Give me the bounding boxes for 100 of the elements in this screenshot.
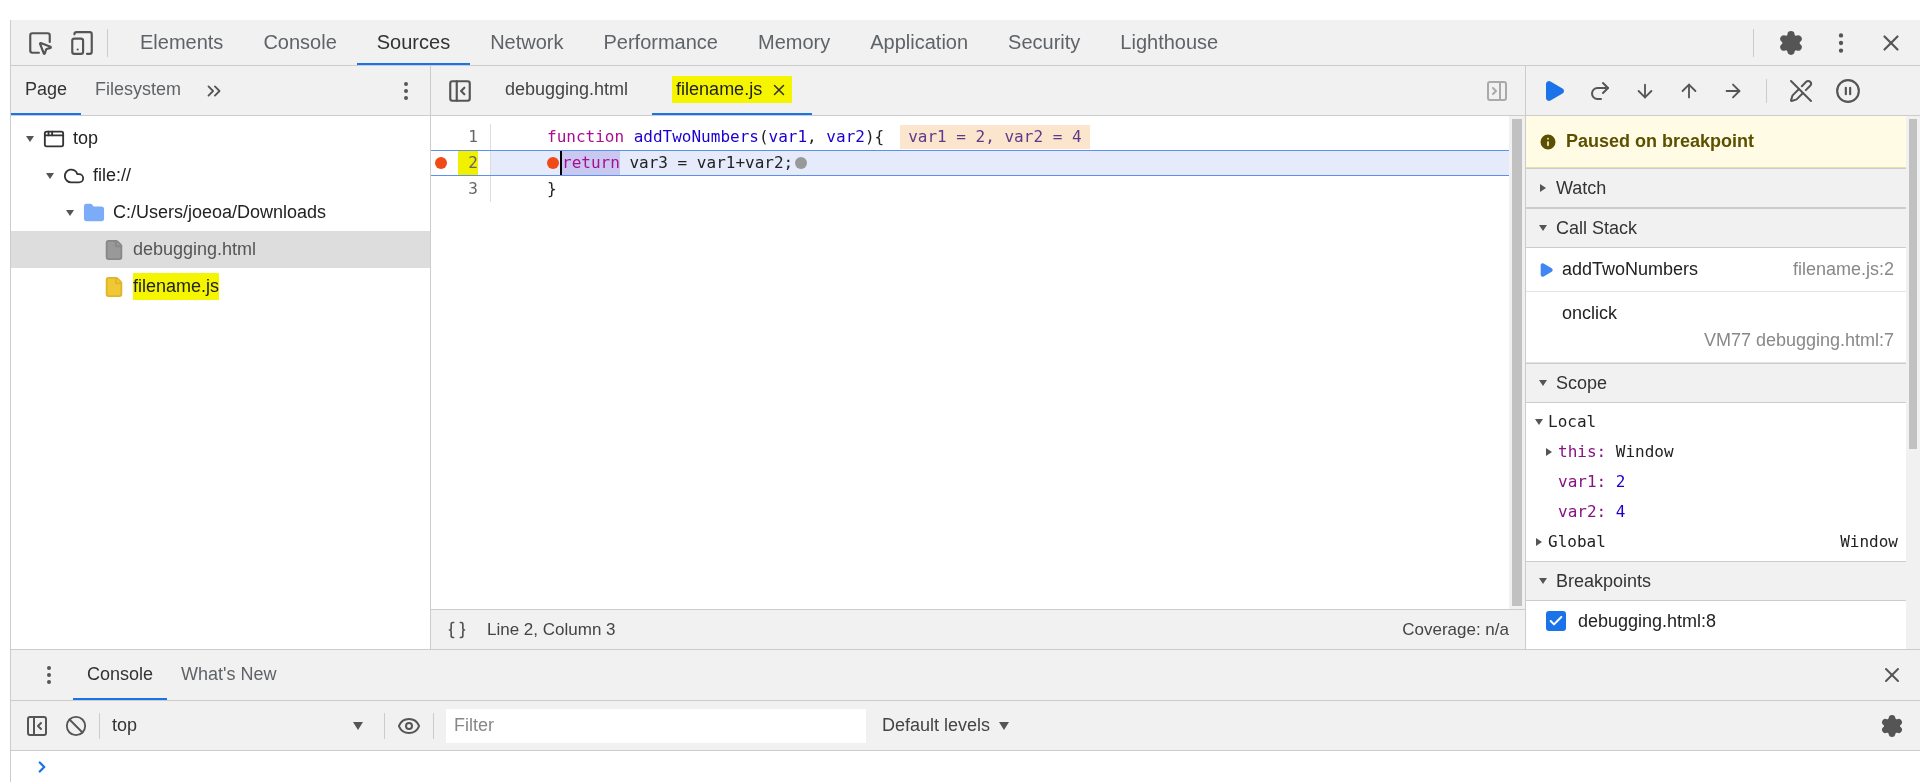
file-icon [103, 238, 125, 261]
section-header[interactable]: Breakpoints [1526, 561, 1906, 601]
panel-tab[interactable]: Console [243, 20, 357, 65]
scope-property[interactable]: var2: 4 [1526, 497, 1906, 527]
panel-tab[interactable]: Security [988, 20, 1101, 65]
context-dropdown[interactable]: top [112, 712, 372, 739]
scope-value: Window [1840, 531, 1898, 553]
panel-tab[interactable]: Memory [738, 20, 851, 65]
pause-on-exceptions-icon[interactable] [1835, 77, 1861, 104]
tree-item[interactable]: file:// [11, 157, 430, 194]
expand-arrow-icon[interactable] [1538, 183, 1548, 193]
tree-item[interactable]: filename.js [11, 268, 430, 305]
drawer-tab[interactable]: What's New [167, 650, 291, 700]
property-value: Window [1615, 441, 1674, 463]
banner-text: Paused on breakpoint [1566, 130, 1755, 153]
inline-values: var1 = 2, var2 = 4 [900, 125, 1090, 149]
toggle-navigator-icon[interactable] [447, 77, 473, 104]
deactivate-breakpoints-icon[interactable] [1789, 78, 1813, 103]
file-tab-label: filename.js [672, 76, 793, 103]
breakpoint-label: debugging.html:8 [1578, 609, 1717, 633]
line-number: 1 [468, 126, 478, 148]
panel-tab[interactable]: Elements [120, 20, 244, 65]
file-name: file:// [93, 164, 131, 187]
pretty-print-icon[interactable] [447, 619, 467, 640]
frame-location: filename.js:2 [1792, 258, 1894, 281]
column-breakpoint-icon[interactable] [547, 157, 559, 169]
filter-field[interactable]: Filter [446, 708, 866, 743]
navigator-tab[interactable]: Filesystem [81, 66, 196, 115]
section-header[interactable]: Call Stack [1526, 208, 1906, 248]
code-text: } [547, 178, 557, 200]
expand-arrow-icon[interactable] [1538, 223, 1548, 233]
panel-tab[interactable]: Network [470, 20, 584, 65]
device-icon[interactable] [69, 29, 95, 56]
settings-icon[interactable] [1880, 713, 1904, 738]
file-name: filename.js [133, 273, 220, 300]
caret-icon[interactable] [998, 720, 1011, 731]
scope-property[interactable]: var1: 2 [1526, 467, 1906, 497]
checkbox[interactable] [1546, 611, 1566, 631]
scope-name: Local [1548, 411, 1597, 433]
scope-property[interactable]: this: Window [1526, 437, 1906, 467]
section-title: Breakpoints [1556, 569, 1652, 593]
levels-dropdown[interactable]: Default levels [882, 712, 1011, 739]
tree-item[interactable]: debugging.html [11, 231, 430, 268]
toggle-debugger-icon[interactable] [1485, 78, 1509, 103]
code-function-name: addTwoNumbers [633, 126, 759, 148]
info-icon [1538, 131, 1558, 152]
section-title: Watch [1556, 176, 1607, 200]
section-header[interactable]: Scope [1526, 363, 1906, 403]
folder-icon [83, 201, 105, 224]
file-icon [103, 275, 125, 298]
section-header[interactable]: Watch [1526, 168, 1906, 208]
navigator-tab[interactable]: Page [11, 66, 82, 115]
code-text: ){ [864, 126, 885, 148]
coverage-status: Coverage: n/a [1402, 618, 1509, 641]
expand-arrow-icon[interactable] [65, 207, 75, 218]
file-tab-label: debugging.html [504, 78, 630, 101]
expand-arrow-icon[interactable] [1534, 537, 1544, 547]
code-parameter: var2 [826, 126, 865, 148]
clear-console-icon[interactable] [65, 714, 87, 737]
expand-arrow-icon[interactable] [1534, 417, 1544, 427]
property-name: var2: [1558, 501, 1607, 523]
settings-icon[interactable] [1778, 29, 1804, 56]
file-tab[interactable]: filename.js [652, 66, 813, 115]
sidebar-toggle-icon[interactable] [25, 713, 49, 738]
code-keyword: function [547, 126, 625, 148]
frame-location: VM77 debugging.html:7 [1703, 329, 1894, 352]
section-title: Call Stack [1556, 216, 1638, 240]
panel-tab[interactable]: Performance [583, 20, 738, 65]
panel-tab[interactable]: Application [850, 20, 989, 65]
file-tab[interactable]: debugging.html [481, 66, 653, 115]
property-value: 2 [1615, 471, 1626, 493]
code-text: , [807, 126, 818, 148]
line-number: 3 [468, 178, 478, 200]
file-name: debugging.html [133, 238, 257, 261]
tree-item[interactable]: C:/Users/joeoa/Downloads [11, 194, 430, 231]
file-name: C:/Users/joeoa/Downloads [113, 201, 327, 224]
panel-tab[interactable]: Lighthouse [1100, 20, 1239, 65]
expand-arrow-icon[interactable] [1538, 576, 1548, 586]
file-name: top [73, 127, 99, 150]
scope-group[interactable]: Global Window [1526, 527, 1906, 557]
tree-item[interactable]: top [11, 120, 430, 157]
property-value: 4 [1615, 501, 1626, 523]
cursor-position: Line 2, Column 3 [487, 618, 616, 641]
property-name: var1: [1558, 471, 1607, 493]
section-title: Scope [1556, 371, 1608, 395]
code-text: var3 = var1+var2; [628, 152, 794, 174]
call-frame[interactable]: addTwoNumbers filename.js:2 [1526, 248, 1906, 292]
breakpoint-icon[interactable] [435, 157, 447, 169]
expand-arrow-icon[interactable] [1544, 447, 1554, 457]
scope-group[interactable]: Local [1526, 407, 1906, 437]
expand-arrow-icon[interactable] [1538, 378, 1548, 388]
current-frame-icon [1538, 261, 1554, 278]
expand-arrow-icon[interactable] [25, 133, 35, 144]
code-selection: return [560, 151, 620, 175]
frame-function: addTwoNumbers [1562, 258, 1700, 281]
scope-name: Global [1548, 531, 1606, 553]
property-name: this: [1558, 441, 1607, 463]
expand-arrow-icon[interactable] [45, 170, 55, 181]
caret-icon[interactable] [352, 720, 364, 731]
inspect-icon[interactable] [27, 29, 53, 56]
